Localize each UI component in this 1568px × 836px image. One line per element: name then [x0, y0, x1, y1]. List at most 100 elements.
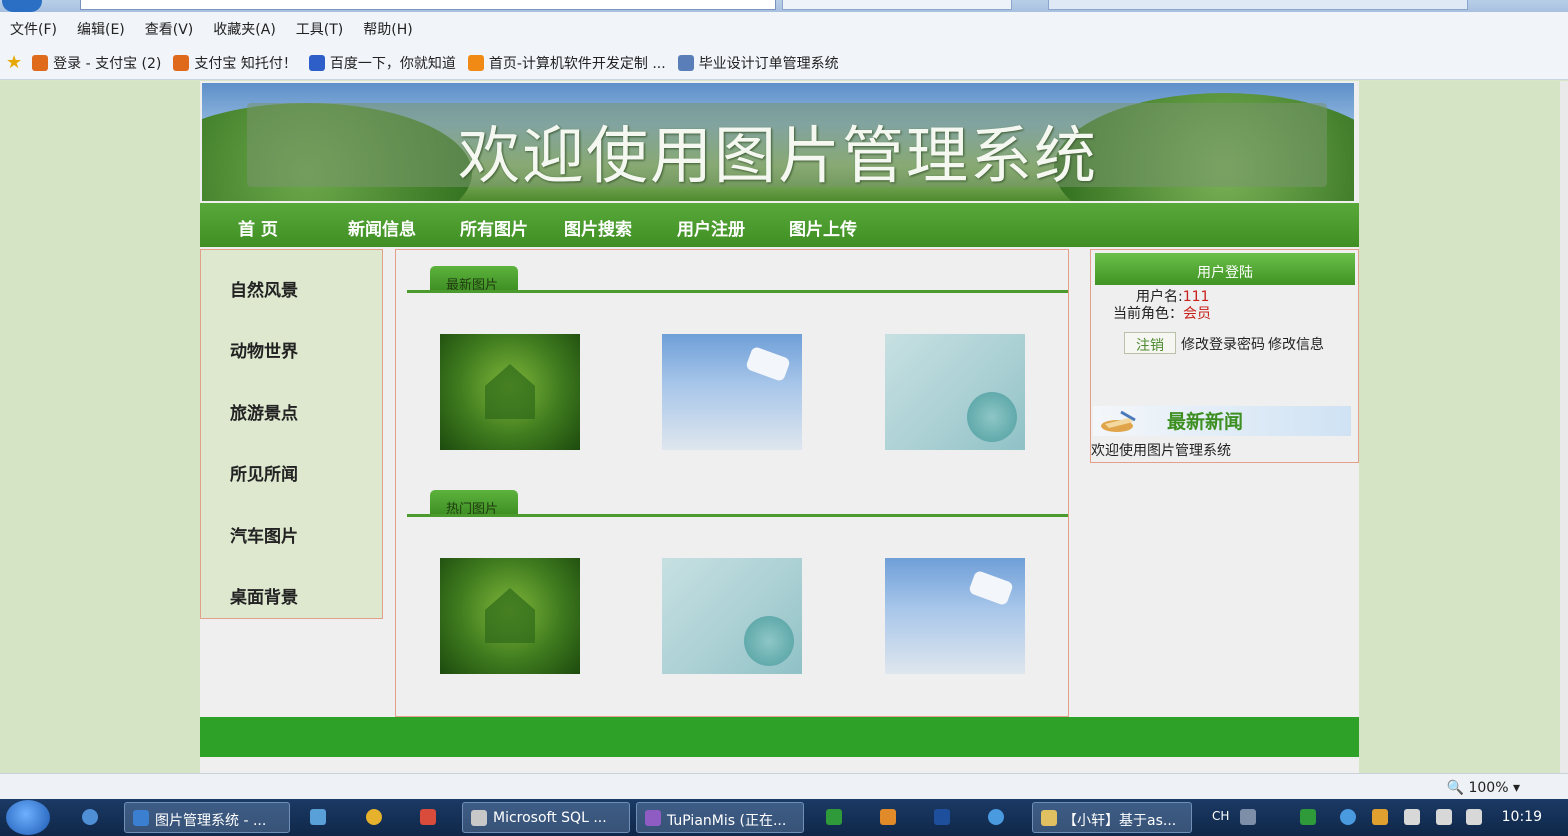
favorite-label: 首页-计算机软件开发定制 ...: [488, 55, 666, 72]
nav-home[interactable]: 首 页: [238, 215, 278, 240]
favorite-link[interactable]: 百度一下，你就知道: [308, 53, 456, 73]
hot-image-house-butterfly[interactable]: [440, 558, 580, 674]
favorite-label: 支付宝 知托付！: [194, 55, 297, 72]
app-icon[interactable]: [420, 809, 436, 825]
task-label: TuPianMis (正在...: [667, 813, 787, 829]
tray-app-icon[interactable]: [1372, 809, 1388, 825]
nav-image-search[interactable]: 图片搜索: [564, 215, 632, 240]
category-nature[interactable]: 自然风景: [230, 276, 298, 301]
favorites-bar: ★ 登录 - 支付宝 (2) 支付宝 知托付！ 百度一下，你就知道 首页-计算机…: [0, 46, 1568, 80]
start-button[interactable]: [6, 800, 50, 835]
menu-view[interactable]: 查看(V): [145, 19, 194, 39]
app-icon[interactable]: [310, 809, 326, 825]
ie-icon: [133, 810, 149, 826]
site-logo-icon: [467, 54, 484, 71]
favorite-link[interactable]: 首页-计算机软件开发定制 ...: [467, 53, 666, 73]
user-panel: 用户登陆 用户名:111 当前角色：会员 注销 修改登录密码 修改信息 最新新闻…: [1090, 249, 1359, 463]
category-sidebar: 自然风景 动物世界 旅游景点 所见所闻 汽车图片 桌面背景: [200, 249, 383, 619]
category-sights[interactable]: 所见所闻: [230, 460, 298, 485]
edit-info-link[interactable]: 修改信息: [1268, 334, 1324, 354]
change-password-link[interactable]: 修改登录密码: [1181, 334, 1265, 354]
system-clock[interactable]: 10:19: [1502, 809, 1542, 825]
tray-app-icon[interactable]: [1340, 809, 1356, 825]
browser-tab-active[interactable]: [782, 0, 1012, 10]
favorite-label: 登录 - 支付宝 (2): [53, 55, 162, 72]
qq-icon[interactable]: [366, 809, 382, 825]
network-icon[interactable]: [1436, 809, 1452, 825]
task-sql-server[interactable]: Microsoft SQL ...: [462, 802, 630, 833]
category-cars[interactable]: 汽车图片: [230, 522, 298, 547]
login-panel-title: 用户登陆: [1095, 253, 1355, 285]
zoom-level: 100%: [1468, 780, 1509, 796]
menu-file[interactable]: 文件(F): [10, 19, 57, 39]
favorite-link[interactable]: 支付宝 知托付！: [173, 53, 297, 73]
hot-image-teal-flower[interactable]: [662, 558, 802, 674]
search-icon[interactable]: [82, 809, 98, 825]
role-value: 会员: [1183, 306, 1211, 322]
page-icon: [677, 54, 694, 71]
menu-edit[interactable]: 编辑(E): [77, 19, 125, 39]
nav-all-images[interactable]: 所有图片: [460, 215, 528, 240]
image-content: 最新图片 热门图片: [395, 249, 1069, 717]
photoshop-icon[interactable]: [934, 809, 950, 825]
latest-image-sky-love[interactable]: [662, 334, 802, 450]
address-bar[interactable]: [80, 0, 776, 10]
back-button[interactable]: [2, 0, 42, 12]
news-header: 最新新闻: [1093, 406, 1351, 436]
nav-register[interactable]: 用户注册: [677, 215, 745, 240]
task-label: Microsoft SQL ...: [493, 810, 607, 826]
task-browser[interactable]: 图片管理系统 - ...: [124, 802, 290, 833]
section-tab-latest: 最新图片: [430, 266, 518, 293]
task-label: 【小轩】基于as...: [1063, 813, 1177, 829]
zoom-control[interactable]: 🔍 100% ▾: [1447, 780, 1520, 796]
latest-image-teal-flower[interactable]: [885, 334, 1025, 450]
category-animals[interactable]: 动物世界: [230, 337, 298, 362]
favorite-link[interactable]: 毕业设计订单管理系统: [677, 53, 839, 73]
menu-bar: 文件(F) 编辑(E) 查看(V) 收藏夹(A) 工具(T) 帮助(H): [0, 12, 1568, 46]
news-title: 最新新闻: [1167, 411, 1244, 433]
category-wallpapers[interactable]: 桌面背景: [230, 583, 298, 608]
browser-tab-inactive[interactable]: [1048, 0, 1468, 10]
book-pen-icon: [1101, 410, 1136, 432]
main-nav: 首 页 新闻信息 所有图片 图片搜索 用户注册 图片上传: [200, 203, 1359, 247]
menu-tools[interactable]: 工具(T): [296, 19, 343, 39]
task-document[interactable]: 【小轩】基于as...: [1032, 802, 1192, 833]
sql-server-icon: [471, 810, 487, 826]
role-row: 当前角色：会员: [1113, 303, 1211, 323]
role-label: 当前角色：: [1113, 306, 1183, 322]
windows-taskbar: 图片管理系统 - ... Microsoft SQL ... TuPianMis…: [0, 799, 1568, 836]
task-label: 图片管理系统 - ...: [155, 813, 267, 829]
nav-news[interactable]: 新闻信息: [348, 215, 416, 240]
tray-app-icon[interactable]: [1300, 809, 1316, 825]
shield-icon: [173, 54, 190, 71]
section-divider: [407, 290, 1068, 293]
site-title: 欢迎使用图片管理系统: [457, 119, 1098, 192]
tray-app-icon[interactable]: [1404, 809, 1420, 825]
latest-image-house-butterfly[interactable]: [440, 334, 580, 450]
favorites-star-icon[interactable]: ★: [6, 52, 22, 73]
favorite-label: 百度一下，你就知道: [329, 55, 456, 72]
nav-upload[interactable]: 图片上传: [789, 215, 857, 240]
vertical-scrollbar[interactable]: [1560, 81, 1568, 773]
shield-icon: [32, 54, 49, 71]
visual-studio-icon: [645, 810, 661, 826]
favorite-label: 毕业设计订单管理系统: [698, 55, 839, 72]
task-visual-studio[interactable]: TuPianMis (正在...: [636, 802, 804, 833]
section-divider: [407, 514, 1068, 517]
keyboard-icon[interactable]: [1240, 809, 1256, 825]
menu-help[interactable]: 帮助(H): [363, 19, 412, 39]
app-icon[interactable]: [880, 809, 896, 825]
site-banner: 欢迎使用图片管理系统: [202, 83, 1354, 201]
app-icon[interactable]: [826, 809, 842, 825]
favorite-link[interactable]: 登录 - 支付宝 (2): [32, 53, 161, 73]
category-travel[interactable]: 旅游景点: [230, 399, 298, 424]
news-item[interactable]: 欢迎使用图片管理系统: [1091, 440, 1231, 460]
browser-icon[interactable]: [988, 809, 1004, 825]
volume-icon[interactable]: [1466, 809, 1482, 825]
hot-image-sky-love[interactable]: [885, 558, 1025, 674]
section-tab-hot: 热门图片: [430, 490, 518, 517]
menu-favorites[interactable]: 收藏夹(A): [213, 19, 276, 39]
input-language[interactable]: CH: [1212, 809, 1229, 823]
page-footer: [200, 717, 1359, 757]
logout-button[interactable]: 注销: [1124, 332, 1176, 354]
